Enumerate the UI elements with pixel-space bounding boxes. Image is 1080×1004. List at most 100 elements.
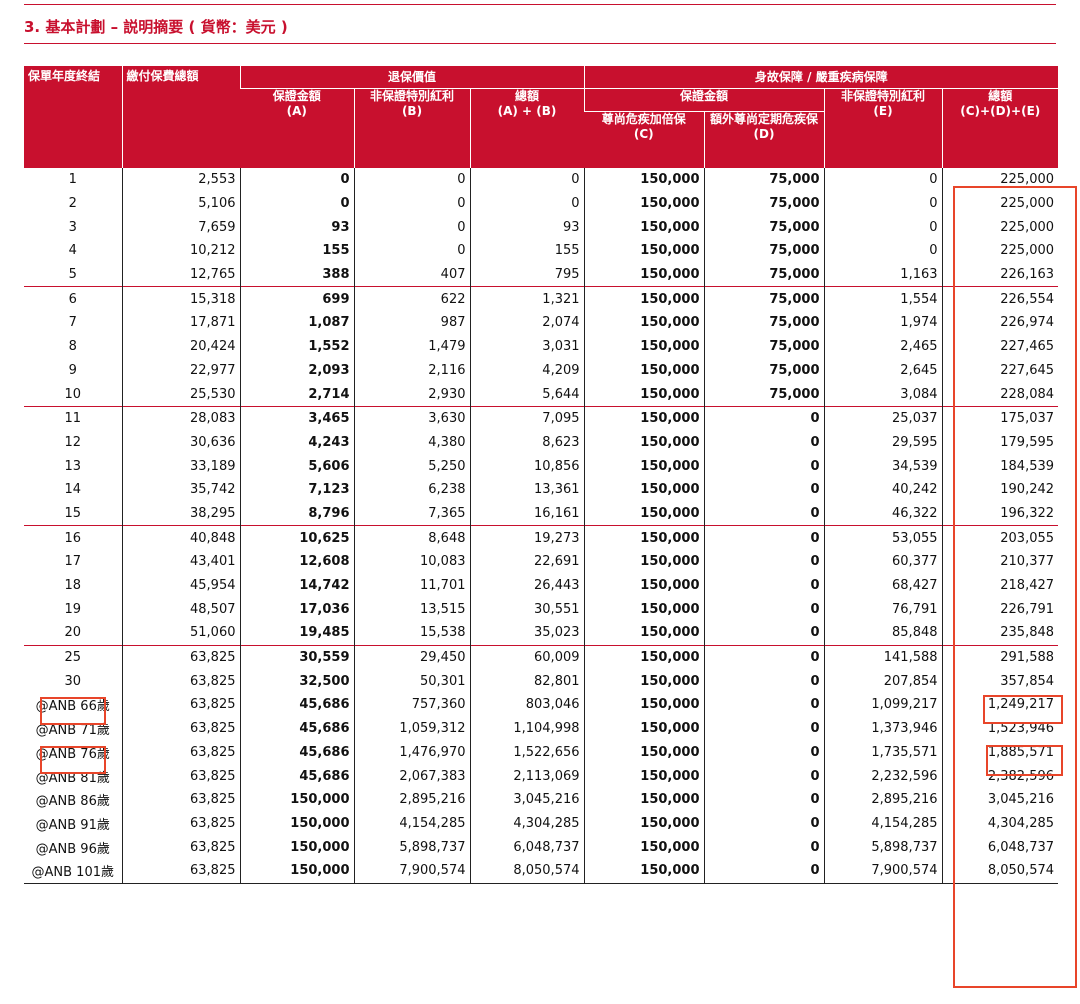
bonus-cell: 2,895,216: [353, 787, 470, 812]
double-cover-cell: 150,000: [583, 693, 705, 717]
guaranteed-cell: 8,796: [239, 501, 354, 526]
policy-year-cell: 12: [64, 434, 82, 450]
surrender-total-cell: 10,856: [469, 454, 585, 478]
premium-cell: 17,871: [121, 311, 240, 335]
death-bonus-cell: 46,322: [823, 501, 943, 526]
double-cover-cell: 150,000: [583, 740, 705, 765]
death-total-cell: 6,048,737: [941, 835, 1059, 859]
death-total-cell: 175,037: [941, 405, 1059, 431]
guaranteed-cell: 45,686: [239, 740, 354, 765]
death-total-cell: 2,382,596: [941, 764, 1059, 788]
guaranteed-cell: 699: [239, 286, 354, 312]
death-bonus-cell: 29,595: [823, 430, 943, 455]
policy-year-cell: 20: [64, 625, 82, 641]
death-bonus-cell: 7,900,574: [823, 858, 943, 884]
death-bonus-cell: 1,373,946: [823, 716, 943, 741]
term-cover-cell: 75,000: [703, 191, 825, 216]
term-cover-cell: 75,000: [703, 334, 825, 359]
guaranteed-cell: 1,087: [239, 311, 354, 335]
table-row: 25 63,825 30,559 29,450 60,009 150,000 0 141,58…: [24, 644, 1059, 670]
policy-year-cell: 7: [68, 315, 77, 331]
death-total-cell: 179,595: [941, 430, 1059, 455]
death-total-cell: 218,427: [941, 573, 1059, 598]
term-cover-cell: 0: [703, 716, 825, 741]
guaranteed-cell: 12,608: [239, 550, 354, 574]
table-row: 8 20,424 1,552 1,479 3,031 150,000 75,000 2,465…: [24, 334, 1059, 359]
term-cover-cell: 75,000: [703, 215, 825, 240]
bonus-cell: 987: [353, 311, 470, 335]
table-row: 30 63,825 32,500 50,301 82,801 150,000 0 207,85…: [24, 669, 1059, 694]
surrender-total-cell: 155: [469, 239, 585, 263]
policy-year-cell: @ANB 86歲: [35, 794, 110, 810]
premium-cell: 63,825: [121, 693, 240, 717]
guaranteed-cell: 7,123: [239, 477, 354, 502]
term-cover-cell: 75,000: [703, 358, 825, 383]
premium-cell: 30,636: [121, 430, 240, 455]
table-row: 16 40,848 10,625 8,648 19,273 150,000 0 53,055 2…: [24, 525, 1059, 550]
double-cover-cell: 150,000: [583, 835, 705, 859]
surrender-total-cell: 1,321: [469, 286, 585, 312]
table-row: 9 22,977 2,093 2,116 4,209 150,000 75,000 2,645…: [24, 358, 1059, 383]
policy-year-cell: 19: [64, 601, 82, 617]
table-row: 3 7,659 93 0 93 150,000 75,000 0 225,000: [24, 215, 1059, 240]
double-cover-cell: 150,000: [583, 262, 705, 287]
bonus-cell: 0: [353, 215, 470, 240]
term-cover-cell: 0: [703, 787, 825, 812]
guaranteed-cell: 32,500: [239, 669, 354, 694]
policy-year-cell: 2: [68, 196, 77, 212]
surrender-total-cell: 22,691: [469, 550, 585, 574]
term-cover-cell: 75,000: [703, 311, 825, 335]
surrender-total-cell: 3,031: [469, 334, 585, 359]
death-bonus-cell: 0: [823, 215, 943, 240]
term-cover-cell: 75,000: [703, 239, 825, 263]
bonus-cell: 5,250: [353, 454, 470, 478]
table-row: 13 33,189 5,606 5,250 10,856 150,000 0 34,539 18…: [24, 454, 1059, 478]
guaranteed-cell: 155: [239, 239, 354, 263]
death-total-cell: 1,523,946: [941, 716, 1059, 741]
term-cover-cell: 75,000: [703, 262, 825, 287]
double-cover-cell: 150,000: [583, 382, 705, 407]
double-cover-cell: 150,000: [583, 573, 705, 598]
policy-year-cell: @ANB 76歲: [35, 746, 110, 762]
death-total-cell: 357,854: [941, 669, 1059, 694]
policy-year-cell: 9: [68, 362, 77, 378]
premium-cell: 63,825: [121, 787, 240, 812]
header-death-benefit: 身故保障 / 嚴重疾病保障: [583, 66, 1059, 89]
bonus-cell: 0: [353, 239, 470, 263]
header-death-total: 總額 (C)+(D)+(E): [941, 88, 1059, 168]
death-total-cell: 226,791: [941, 597, 1059, 622]
policy-year-cell: 17: [64, 554, 82, 570]
premium-cell: 63,825: [121, 740, 240, 765]
death-total-cell: 4,304,285: [941, 811, 1059, 836]
double-cover-cell: 150,000: [583, 358, 705, 383]
table-row: 11 28,083 3,465 3,630 7,095 150,000 0 25,037 175…: [24, 405, 1059, 431]
premium-cell: 12,765: [121, 262, 240, 287]
bonus-cell: 8,648: [353, 525, 470, 550]
premium-cell: 35,742: [121, 477, 240, 502]
surrender-total-cell: 6,048,737: [469, 835, 585, 859]
premium-cell: 63,825: [121, 858, 240, 884]
header-surrender-value: 退保價值: [239, 66, 585, 89]
term-cover-cell: 0: [703, 858, 825, 884]
bonus-cell: 6,238: [353, 477, 470, 502]
bonus-cell: 50,301: [353, 669, 470, 694]
policy-year-cell: @ANB 71歲: [35, 723, 110, 739]
guaranteed-cell: 45,686: [239, 764, 354, 788]
policy-year-cell: 15: [64, 505, 82, 521]
death-bonus-cell: 68,427: [823, 573, 943, 598]
surrender-total-cell: 8,050,574: [469, 858, 585, 884]
term-cover-cell: 0: [703, 669, 825, 694]
surrender-total-cell: 0: [469, 168, 585, 192]
death-bonus-cell: 3,084: [823, 382, 943, 407]
surrender-total-cell: 3,045,216: [469, 787, 585, 812]
guaranteed-cell: 45,686: [239, 693, 354, 717]
guaranteed-cell: 14,742: [239, 573, 354, 598]
table-row: 14 35,742 7,123 6,238 13,361 150,000 0 40,242 19…: [24, 477, 1059, 502]
bonus-cell: 1,476,970: [353, 740, 470, 765]
header-term-cover-d: 額外尊尚定期危疾保 (D): [703, 111, 825, 168]
header-surrender-total: 總額 (A) + (B): [469, 88, 585, 168]
term-cover-cell: 0: [703, 573, 825, 598]
premium-cell: 63,825: [121, 764, 240, 788]
death-total-cell: 225,000: [941, 191, 1059, 216]
term-cover-cell: 0: [703, 525, 825, 550]
